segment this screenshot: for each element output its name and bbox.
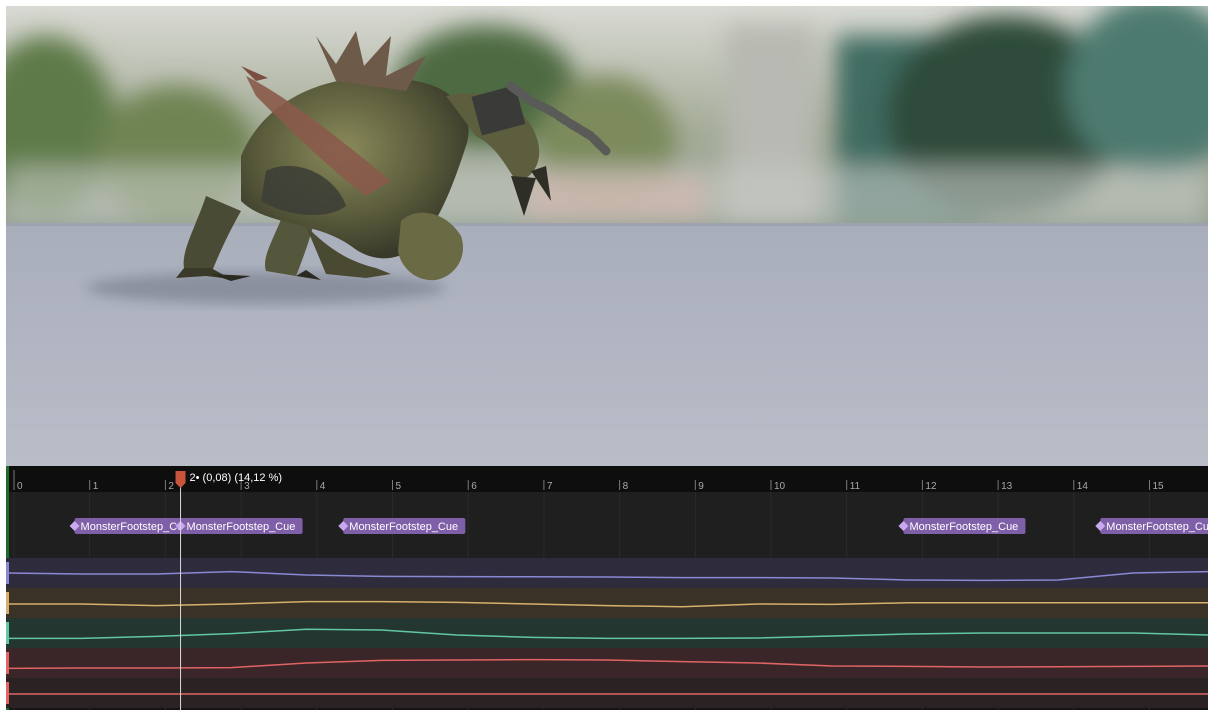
curve-color-marker	[6, 652, 9, 674]
ruler-label: 7	[547, 481, 553, 492]
curve-color-marker	[6, 682, 9, 704]
ruler-label: 13	[1001, 481, 1013, 492]
curve-color-marker	[6, 592, 9, 614]
animation-timeline[interactable]: 0 1 2 3 4 5 6 7 8 9 10 11 12 13 14 15 MonsterFootstep_C…	[6, 466, 1208, 710]
curve-tracks[interactable]	[6, 558, 1208, 708]
notify-label: MonsterFootstep_Cue	[187, 521, 296, 533]
notify-label: MonsterFootstep_Cue	[1106, 521, 1208, 533]
ruler-label: 15	[1153, 481, 1165, 492]
notify-label: MonsterFootstep_Cue	[349, 521, 458, 533]
ruler-label: 4	[320, 481, 326, 492]
ruler-label: 12	[925, 481, 937, 492]
ruler-label: 14	[1077, 481, 1089, 492]
curve-color-marker	[6, 622, 9, 644]
ruler-label: 6	[471, 481, 477, 492]
notify-marker[interactable]: MonsterFootstep_Cue	[338, 518, 466, 534]
viewport-scene	[6, 6, 1208, 466]
ruler-label: 1	[93, 481, 99, 492]
ruler-label: 0	[17, 481, 23, 492]
ruler-label: 11	[850, 481, 861, 492]
ruler-label: 10	[774, 481, 786, 492]
notify-marker[interactable]: MonsterFootstep_Cue	[1095, 518, 1208, 534]
timeline-canvas[interactable]: 0 1 2 3 4 5 6 7 8 9 10 11 12 13 14 15 MonsterFootstep_C…	[6, 466, 1208, 710]
playhead-readout: 2• (0,08) (14,12 %)	[190, 472, 283, 484]
ruler-label: 2	[168, 481, 174, 492]
curve-band	[6, 678, 1208, 708]
curve-color-marker	[6, 562, 9, 584]
ruler-label: 9	[698, 481, 704, 492]
notify-marker[interactable]: MonsterFootstep_Cue	[175, 518, 303, 534]
notify-label: MonsterFootstep_Cue	[909, 521, 1018, 533]
curve-band	[6, 648, 1208, 678]
ruler-label: 5	[396, 481, 402, 492]
notify-marker[interactable]: MonsterFootstep_Cue	[898, 518, 1026, 534]
notify-label: MonsterFootstep_Cue	[81, 521, 190, 533]
viewport[interactable]	[6, 6, 1208, 466]
ruler-label: 8	[623, 481, 629, 492]
